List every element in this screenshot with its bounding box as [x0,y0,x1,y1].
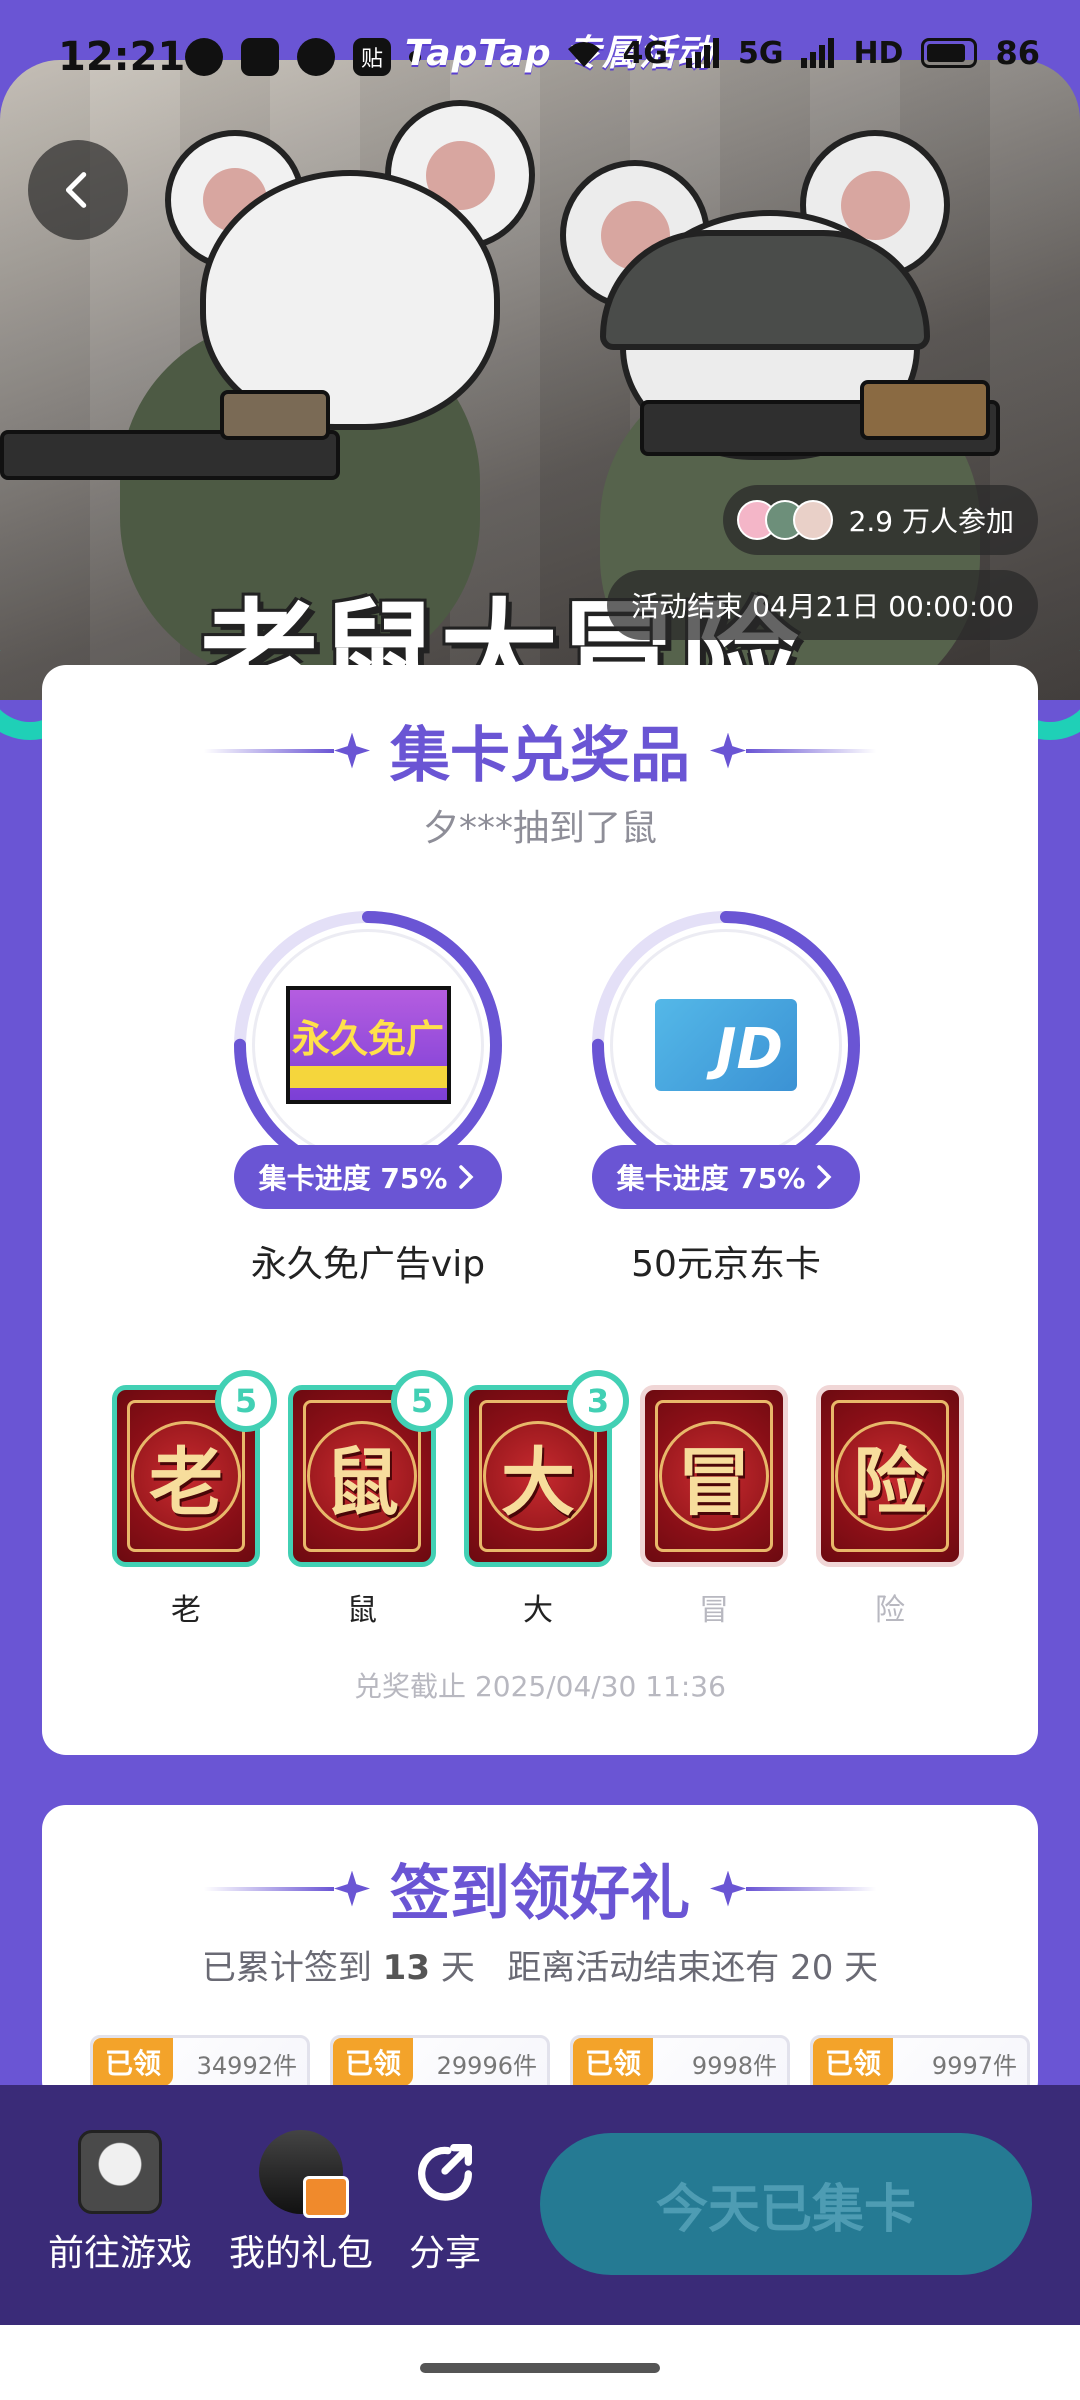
card-label: 鼠 [347,1593,377,1628]
progress-button[interactable]: 集卡进度 75% [234,1145,502,1209]
claimed-badge: 已领 [333,2038,414,2086]
hd-indicator: HD [853,35,904,71]
go-to-game-button[interactable]: 前往游戏 [48,2130,192,2276]
home-indicator[interactable] [420,2363,660,2373]
checkin-summary: 已累计签到 13 天 距离活动结束还有 20 天 [201,1948,879,1988]
prize-name: 50元京东卡 [631,1244,821,1285]
card-label: 大 [523,1593,553,1628]
vip-ad-free-image: 永久免广 [285,986,451,1104]
prize-name: 永久免广告vip [250,1244,486,1285]
game-icon [78,2130,162,2214]
participants-pill: 2.9 万人参加 [722,485,1038,555]
battery-level: 86 [995,34,1040,72]
chevron-right-icon [459,1165,474,1189]
network-4g: 4G [622,35,668,71]
checkin-section: 签到领好礼 已累计签到 13 天 距离活动结束还有 20 天 已领 34992件… [42,1805,1038,2105]
sparkle-icon [334,1870,370,1907]
card-count-badge: 5 [215,1370,277,1432]
wechat-icon [185,38,223,76]
gift-icon [259,2130,349,2218]
section-title-collect: 集卡兑奖品 [42,707,1038,794]
bottom-action-bar: 前往游戏 我的礼包 分享 今天已集卡 [0,2085,1080,2325]
signal-icon-2 [801,38,835,68]
card-label: 老 [171,1593,201,1628]
status-time: 12:21 [58,34,186,80]
avatar [792,500,833,540]
collected-today-button[interactable]: 今天已集卡 [540,2133,1032,2275]
claimed-badge: 已领 [573,2038,654,2086]
chevron-right-icon [817,1165,832,1189]
qq-icon [241,38,279,76]
progress-button[interactable]: 集卡进度 75% [592,1145,860,1209]
character-card[interactable]: 大 3 [464,1370,629,1567]
message-icon [297,38,335,76]
rifle-stock-icon [220,390,330,440]
card-label: 险 [875,1593,905,1628]
helmet-icon [600,230,930,350]
draw-ticker: 夕***抽到了鼠 [422,808,657,849]
rifle-stock-icon [860,380,990,440]
chevron-left-icon [65,172,87,208]
card-count-badge: 5 [391,1370,453,1432]
claimed-badge: 已领 [813,2038,894,2086]
wifi-icon [568,42,601,67]
status-bar: 12:21 贴 TapTap 专属活动 4G 5G HD 86 [0,0,1080,120]
jd-card-image: JD [655,999,797,1091]
card-label: 冒 [699,1593,729,1628]
signal-icon [685,38,719,68]
network-5g: 5G [737,35,784,71]
redeem-deadline: 兑奖截止 2025/04/30 11:36 [354,1670,726,1703]
system-nav-bar [0,2325,1080,2400]
character-card[interactable]: 鼠 5 [288,1370,453,1567]
share-button[interactable]: 分享 [400,2130,490,2276]
event-end-time: 活动结束 04月21日 00:00:00 [607,570,1038,640]
character-card[interactable]: 险 [816,1385,964,1567]
notification-icons: 贴 [185,38,421,76]
section-title-checkin: 签到领好礼 [42,1845,1038,1932]
back-button[interactable] [28,140,128,240]
battery-icon [921,38,978,68]
collect-card-section: 集卡兑奖品 夕***抽到了鼠 永久免广 集卡进度 75% 永久免广告vip JD… [42,665,1038,1755]
share-icon [418,2144,472,2201]
card-count-badge: 3 [567,1370,629,1432]
claimed-badge: 已领 [93,2038,174,2086]
sparkle-icon [710,1870,746,1907]
character-card[interactable]: 冒 [640,1385,788,1567]
sparkle-icon [334,732,370,769]
participant-avatars [736,500,833,540]
character-card[interactable]: 老 5 [112,1370,277,1567]
tieba-icon: 贴 [353,38,391,76]
status-right: 4G 5G HD 86 [564,34,1040,72]
participants-count: 2.9 万人参加 [848,505,1014,538]
my-gifts-button[interactable]: 我的礼包 [226,2130,376,2276]
sparkle-icon [710,732,746,769]
